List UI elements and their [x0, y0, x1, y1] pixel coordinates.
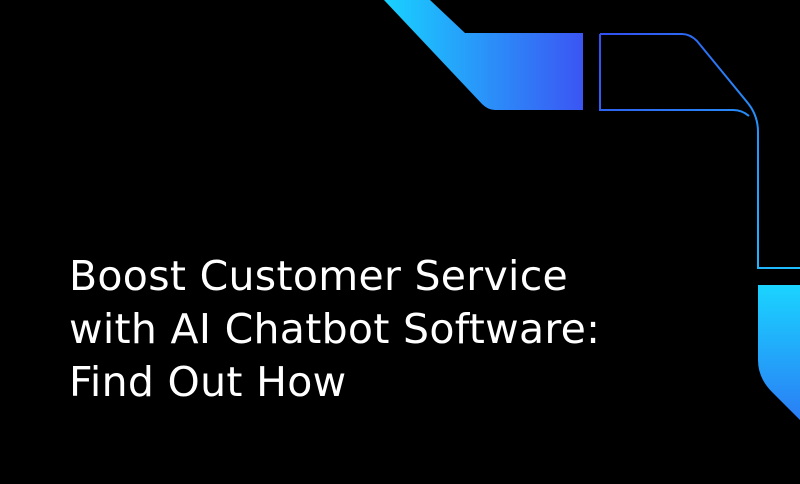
gradient-bracket-shape	[384, 0, 583, 110]
headline: Boost Customer Service with AI Chatbot S…	[69, 250, 600, 409]
headline-line-3: Find Out How	[69, 358, 347, 406]
decorative-shapes	[384, 0, 800, 420]
hero-banner: Boost Customer Service with AI Chatbot S…	[0, 0, 800, 484]
headline-line-2: with AI Chatbot Software:	[69, 305, 601, 353]
gradient-corner-shape	[758, 285, 800, 420]
outline-bracket-shape	[599, 33, 800, 269]
headline-line-1: Boost Customer Service	[69, 252, 569, 300]
